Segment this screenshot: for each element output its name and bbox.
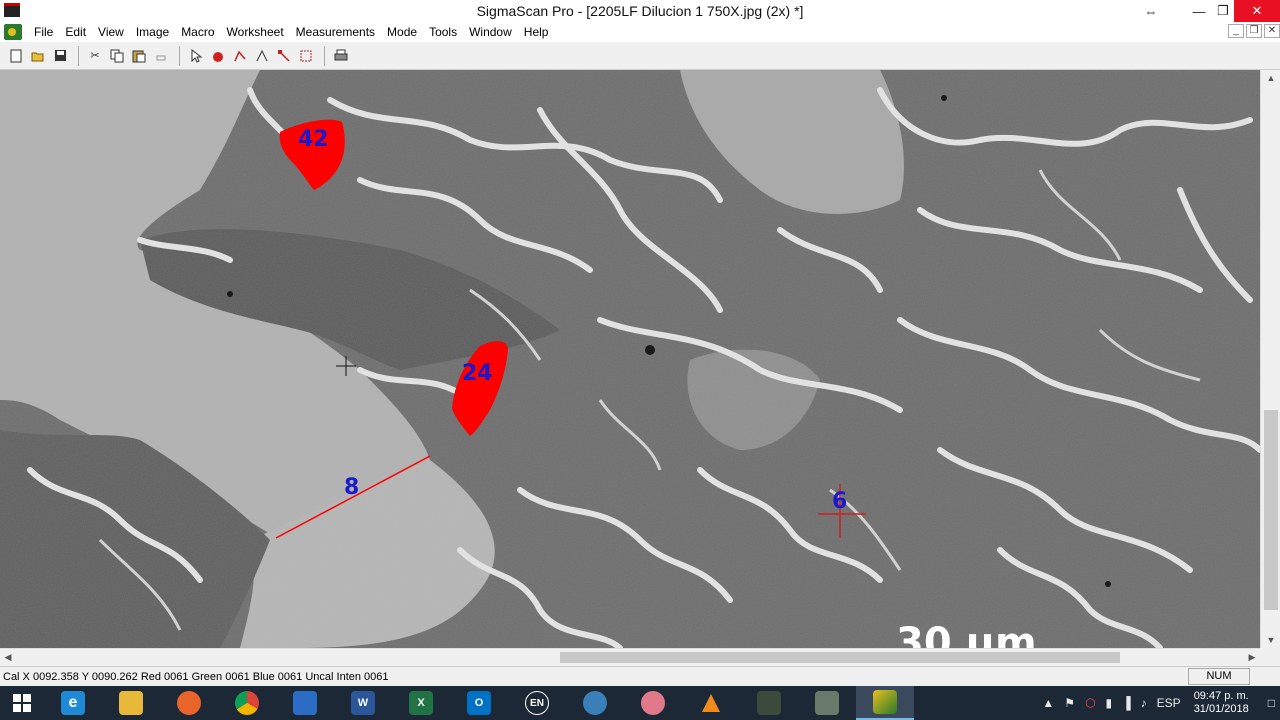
print-icon[interactable] [331,45,351,66]
taskbar-flag-app-icon[interactable] [798,686,856,720]
menu-view[interactable]: View [92,22,130,42]
horizontal-scrollbar[interactable]: ◀ ▶ [0,648,1260,665]
taskbar-store-icon[interactable] [276,686,334,720]
image-grain [0,70,1260,648]
tray-volume-icon[interactable]: ♪ [1141,696,1147,710]
scroll-left-icon[interactable]: ◀ [0,649,16,666]
threshold-icon[interactable] [252,45,272,66]
status-readout: Cal X 0092.358 Y 0090.262 Red 0061 Green… [3,670,389,683]
save-icon[interactable] [50,45,70,66]
menu-bar: File Edit View Image Macro Worksheet Mea… [0,22,1280,42]
menu-worksheet[interactable]: Worksheet [221,22,290,42]
menu-macro[interactable]: Macro [175,22,220,42]
taskbar-language-en-icon[interactable]: EN [508,686,566,720]
fill-icon[interactable] [208,45,228,66]
taskbar-word-icon[interactable]: W [334,686,392,720]
vertical-scrollbar[interactable]: ▲ ▼ [1260,70,1280,648]
cut-icon[interactable]: ✂ [85,45,105,66]
taskbar-firefox-icon[interactable] [160,686,218,720]
menu-mode[interactable]: Mode [381,22,423,42]
scroll-up-icon[interactable]: ▲ [1261,70,1280,86]
child-close-button[interactable]: ✕ [1264,24,1280,38]
copy-icon[interactable] [107,45,127,66]
taskbar-file-explorer-icon[interactable] [102,686,160,720]
taskbar-edge-icon[interactable]: e [44,686,102,720]
tray-flag-icon[interactable]: ⚑ [1064,696,1075,710]
trace-icon[interactable] [230,45,250,66]
tray-acrobat-icon[interactable]: ⬡ [1085,696,1095,710]
tray-clock[interactable]: 09:47 p. m. 31/01/2018 [1194,690,1249,716]
window-title: SigmaScan Pro - [2205LF Dilucion 1 750X.… [476,3,804,19]
taskbar-excel-icon[interactable]: X [392,686,450,720]
menu-window[interactable]: Window [463,22,518,42]
menu-measurements[interactable]: Measurements [290,22,381,42]
title-bar: SigmaScan Pro - [2205LF Dilucion 1 750X.… [0,0,1280,22]
taskbar-vlc-icon[interactable] [682,686,740,720]
child-minimize-button[interactable]: _ [1228,24,1244,38]
point-label-6: 6 [832,489,847,514]
toolbar: ✂ [0,42,1280,70]
toolbar-separator [179,45,180,66]
taskbar: e W X O EN ▲ ⚑ ⬡ ▮ ▐ ♪ ESP 09:47 p. m. 3… [0,686,1280,720]
restore-size-icon[interactable]: ⇔ [1132,0,1170,22]
scroll-right-icon[interactable]: ▶ [1244,649,1260,666]
taskbar-sigmascan-icon[interactable] [856,686,914,720]
select-icon[interactable] [186,45,206,66]
taskbar-terminal-icon[interactable] [740,686,798,720]
clock-date: 31/01/2018 [1193,703,1249,715]
tray-expand-icon[interactable]: ▲ [1042,696,1054,710]
scale-bar-label: 30 µm [896,620,1037,648]
child-restore-button[interactable]: ❐ [1246,24,1262,38]
tray-language[interactable]: ESP [1157,696,1181,710]
toolbar-separator [324,45,325,66]
close-button[interactable]: ✕ [1234,0,1280,22]
tray-network-icon[interactable]: ▐ [1122,696,1131,710]
document-icon[interactable] [4,24,22,40]
paste-icon[interactable] [129,45,149,66]
open-icon[interactable] [28,45,48,66]
taskbar-chrome-icon[interactable] [218,686,276,720]
undo-icon[interactable] [151,45,171,66]
image-canvas[interactable]: 42 24 8 6 30 µm [0,70,1260,648]
taskbar-outlook-icon[interactable]: O [450,686,508,720]
tray-notifications-icon[interactable]: □ [1268,696,1275,710]
numlock-indicator: NUM [1188,668,1250,685]
new-icon[interactable] [6,45,26,66]
windows-start-icon[interactable] [0,686,44,720]
menu-tools[interactable]: Tools [423,22,463,42]
scroll-down-icon[interactable]: ▼ [1261,632,1280,648]
tray-battery-icon[interactable]: ▮ [1106,696,1113,710]
object-label-24: 24 [462,361,493,386]
horizontal-scroll-thumb[interactable] [560,652,1120,663]
clock-time: 09:47 p. m. [1193,690,1249,702]
status-bar: Cal X 0092.358 Y 0090.262 Red 0061 Green… [0,666,1280,686]
line-label-8: 8 [344,475,359,500]
menu-file[interactable]: File [28,22,59,42]
taskbar-pink-app-icon[interactable] [624,686,682,720]
menu-edit[interactable]: Edit [59,22,92,42]
measure-icon[interactable] [274,45,294,66]
toolbar-separator [78,45,79,66]
system-tray: ▲ ⚑ ⬡ ▮ ▐ ♪ ESP 09:47 p. m. 31/01/2018 □ [1037,686,1280,720]
object-label-42: 42 [298,127,329,152]
menu-image[interactable]: Image [130,22,175,42]
taskbar-circle-app-icon[interactable] [566,686,624,720]
menu-help[interactable]: Help [518,22,555,42]
vertical-scroll-thumb[interactable] [1264,410,1278,610]
overlay-icon[interactable] [296,45,316,66]
